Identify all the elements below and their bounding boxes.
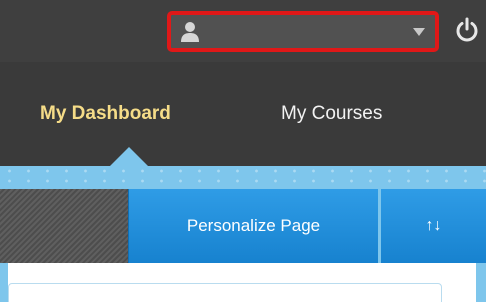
chevron-down-icon xyxy=(413,27,425,36)
tab-my-dashboard[interactable]: My Dashboard xyxy=(40,103,171,125)
main-navigation: My Dashboard My Courses xyxy=(0,62,486,166)
dashboard-toolbar: Personalize Page ↑↓ xyxy=(0,189,486,263)
module-card xyxy=(8,283,442,302)
user-icon xyxy=(181,21,199,42)
reorder-modules-button[interactable]: ↑↓ xyxy=(381,189,486,263)
personalize-page-button[interactable]: Personalize Page xyxy=(128,189,378,263)
top-bar xyxy=(0,0,486,62)
content-panel xyxy=(8,263,476,302)
toolbar-filler xyxy=(0,189,128,263)
active-tab-indicator xyxy=(110,147,148,166)
logout-button[interactable] xyxy=(448,11,486,49)
tab-my-courses[interactable]: My Courses xyxy=(281,103,382,125)
user-menu-dropdown[interactable] xyxy=(167,11,439,52)
power-icon xyxy=(456,17,478,42)
dashboard-content xyxy=(0,263,486,302)
decorative-stripe xyxy=(0,166,486,189)
